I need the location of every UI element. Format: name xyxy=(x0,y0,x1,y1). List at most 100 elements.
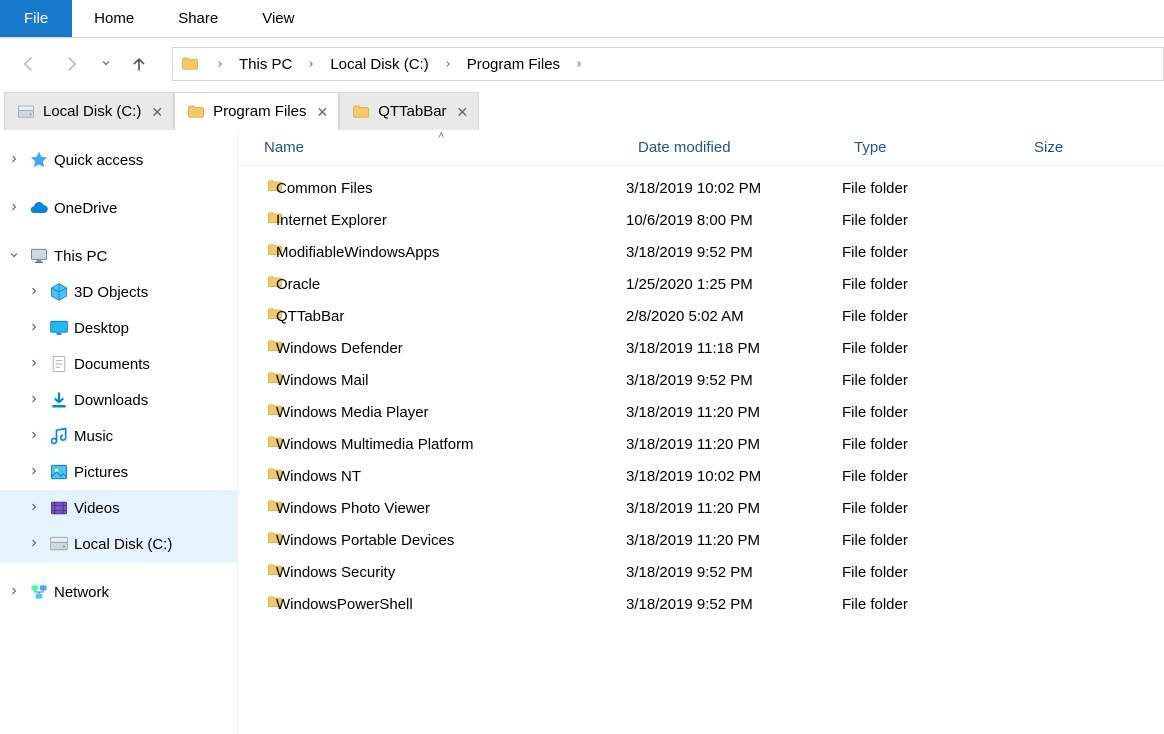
tree-network[interactable]: Network xyxy=(0,574,237,610)
file-date: 3/18/2019 9:52 PM xyxy=(626,244,842,261)
tree-localdisk[interactable]: Local Disk (C:) xyxy=(0,526,237,562)
ribbon-view-tab[interactable]: View xyxy=(240,0,316,37)
file-row[interactable]: Internet Explorer10/6/2019 8:00 PMFile f… xyxy=(238,204,1164,236)
file-name: Windows Mail xyxy=(276,372,626,389)
tree-documents[interactable]: Documents xyxy=(0,346,237,382)
folder-tab[interactable]: Local Disk (C:)✕ xyxy=(4,92,174,130)
folder-icon xyxy=(238,434,266,454)
star-icon xyxy=(28,150,50,170)
tree-quick-access[interactable]: Quick access xyxy=(0,142,237,178)
expand-icon[interactable] xyxy=(28,356,44,373)
expand-icon[interactable] xyxy=(8,584,24,601)
tab-label: Program Files xyxy=(213,103,306,120)
chevron-right-icon[interactable] xyxy=(205,56,235,73)
folder-icon xyxy=(181,55,199,73)
file-name: Common Files xyxy=(276,180,626,197)
file-row[interactable]: Windows Multimedia Platform3/18/2019 11:… xyxy=(238,428,1164,460)
tree-label: Pictures xyxy=(74,464,128,481)
folder-icon xyxy=(238,338,266,358)
chevron-right-icon[interactable] xyxy=(296,56,326,73)
close-tab-icon[interactable]: ✕ xyxy=(457,105,469,119)
nav-forward-button[interactable] xyxy=(58,51,84,77)
close-tab-icon[interactable]: ✕ xyxy=(316,105,328,119)
chevron-right-icon[interactable] xyxy=(433,56,463,73)
tree-this-pc[interactable]: This PC xyxy=(0,238,237,274)
column-size[interactable]: Size xyxy=(1022,139,1164,156)
file-name: QTTabBar xyxy=(276,308,626,325)
tree-label: This PC xyxy=(54,248,107,265)
expand-icon[interactable] xyxy=(28,320,44,337)
folder-icon xyxy=(238,370,266,390)
breadcrumb-program-files[interactable]: Program Files xyxy=(465,56,562,73)
chevron-right-icon[interactable] xyxy=(564,56,594,73)
nav-history-dropdown[interactable] xyxy=(100,56,114,73)
file-row[interactable]: Windows Media Player3/18/2019 11:20 PMFi… xyxy=(238,396,1164,428)
tree-label: Quick access xyxy=(54,152,143,169)
tree-label: Network xyxy=(54,584,109,601)
breadcrumb-this-pc[interactable]: This PC xyxy=(237,56,294,73)
column-date-modified[interactable]: Date modified xyxy=(626,139,842,156)
tree-label: Downloads xyxy=(74,392,148,409)
expand-icon[interactable] xyxy=(28,500,44,517)
tree-music[interactable]: Music xyxy=(0,418,237,454)
tree-onedrive[interactable]: OneDrive xyxy=(0,190,237,226)
cube-icon xyxy=(48,282,70,302)
file-row[interactable]: Oracle1/25/2020 1:25 PMFile folder xyxy=(238,268,1164,300)
column-type[interactable]: Type xyxy=(842,139,1022,156)
column-headers: Name Date modified Type Size xyxy=(238,130,1164,166)
expand-icon[interactable] xyxy=(8,200,24,217)
file-row[interactable]: Common Files3/18/2019 10:02 PMFile folde… xyxy=(238,172,1164,204)
address-bar: This PC Local Disk (C:) Program Files xyxy=(0,38,1164,90)
expand-icon[interactable] xyxy=(28,428,44,445)
nav-back-button[interactable] xyxy=(16,51,42,77)
nav-tree: Quick access OneDrive This PC 3D Objects… xyxy=(0,130,238,734)
file-row[interactable]: Windows Photo Viewer3/18/2019 11:20 PMFi… xyxy=(238,492,1164,524)
column-name[interactable]: Name xyxy=(238,139,626,156)
breadcrumb-local-disk[interactable]: Local Disk (C:) xyxy=(328,56,430,73)
sort-indicator-icon: ˄ xyxy=(438,130,444,142)
file-row[interactable]: Windows Mail3/18/2019 9:52 PMFile folder xyxy=(238,364,1164,396)
file-name: Windows Media Player xyxy=(276,404,626,421)
collapse-icon[interactable] xyxy=(8,248,24,265)
file-row[interactable]: Windows Defender3/18/2019 11:18 PMFile f… xyxy=(238,332,1164,364)
nav-up-button[interactable] xyxy=(126,51,152,77)
file-row[interactable]: Windows Security3/18/2019 9:52 PMFile fo… xyxy=(238,556,1164,588)
tree-label: 3D Objects xyxy=(74,284,148,301)
expand-icon[interactable] xyxy=(8,152,24,169)
file-row[interactable]: Windows Portable Devices3/18/2019 11:20 … xyxy=(238,524,1164,556)
file-row[interactable]: Windows NT3/18/2019 10:02 PMFile folder xyxy=(238,460,1164,492)
file-row[interactable]: QTTabBar2/8/2020 5:02 AMFile folder xyxy=(238,300,1164,332)
breadcrumb-bar[interactable]: This PC Local Disk (C:) Program Files xyxy=(172,47,1164,81)
folder-icon xyxy=(238,306,266,326)
ribbon-home-tab[interactable]: Home xyxy=(72,0,156,37)
expand-icon[interactable] xyxy=(28,392,44,409)
ribbon-file-tab[interactable]: File xyxy=(0,0,72,37)
close-tab-icon[interactable]: ✕ xyxy=(151,105,163,119)
expand-icon[interactable] xyxy=(28,464,44,481)
folder-icon xyxy=(238,210,266,230)
file-type: File folder xyxy=(842,180,1022,197)
file-name: Internet Explorer xyxy=(276,212,626,229)
drive-icon xyxy=(48,534,70,554)
expand-icon[interactable] xyxy=(28,536,44,553)
desktop-icon xyxy=(48,318,70,338)
folder-icon xyxy=(238,466,266,486)
file-date: 3/18/2019 9:52 PM xyxy=(626,564,842,581)
file-date: 3/18/2019 9:52 PM xyxy=(626,596,842,613)
tree-downloads[interactable]: Downloads xyxy=(0,382,237,418)
folder-tab[interactable]: Program Files ✕ xyxy=(174,92,339,130)
tree-3dobj[interactable]: 3D Objects xyxy=(0,274,237,310)
ribbon-share-tab[interactable]: Share xyxy=(156,0,240,37)
tree-videos[interactable]: Videos xyxy=(0,490,237,526)
expand-icon[interactable] xyxy=(28,284,44,301)
file-type: File folder xyxy=(842,436,1022,453)
file-date: 3/18/2019 10:02 PM xyxy=(626,180,842,197)
tree-desktop[interactable]: Desktop xyxy=(0,310,237,346)
file-type: File folder xyxy=(842,596,1022,613)
file-row[interactable]: WindowsPowerShell3/18/2019 9:52 PMFile f… xyxy=(238,588,1164,620)
file-row[interactable]: ModifiableWindowsApps3/18/2019 9:52 PMFi… xyxy=(238,236,1164,268)
folder-tab[interactable]: QTTabBar✕ xyxy=(339,92,479,130)
file-type: File folder xyxy=(842,532,1022,549)
tree-pictures[interactable]: Pictures xyxy=(0,454,237,490)
file-list: ˄ Name Date modified Type Size Common Fi… xyxy=(238,130,1164,734)
